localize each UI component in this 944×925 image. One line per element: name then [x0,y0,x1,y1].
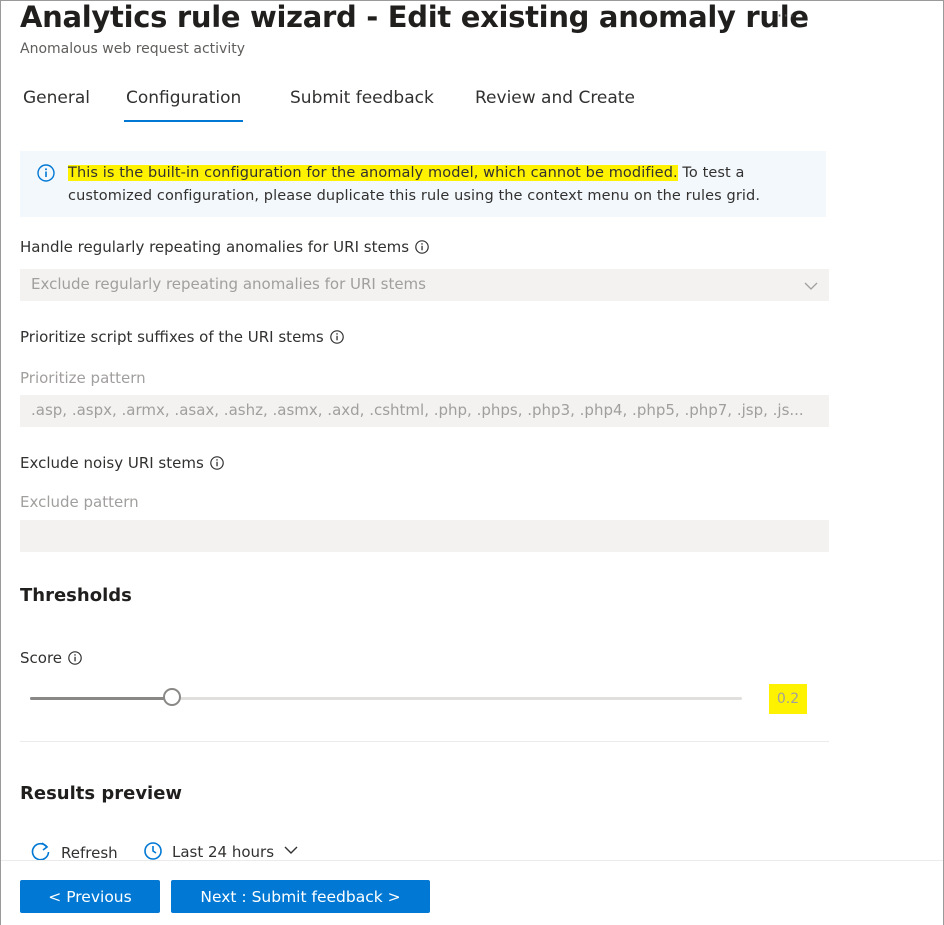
previous-button[interactable]: < Previous [20,880,160,913]
page-title: Analytics rule wizard - Edit existing an… [20,0,809,34]
slider-thumb[interactable] [163,688,181,706]
prioritize-suffixes-label: Prioritize script suffixes of the URI st… [20,328,344,346]
exclude-pattern-label: Exclude pattern [20,493,139,511]
divider [20,741,829,742]
chevron-down-icon [283,842,299,860]
info-icon[interactable] [68,651,82,665]
prioritize-suffixes-label-text: Prioritize script suffixes of the URI st… [20,328,324,346]
info-icon[interactable] [415,240,429,254]
info-banner: This is the built-in configuration for t… [20,151,826,217]
info-icon[interactable] [329,330,344,344]
score-value: 0.2 [769,684,807,714]
chevron-down-icon [804,278,818,292]
info-icon[interactable] [209,456,224,470]
banner-message: This is the built-in configuration for t… [68,162,818,208]
tab-general[interactable]: General [23,88,90,108]
exclude-noisy-label-text: Exclude noisy URI stems [20,454,204,472]
refresh-icon [30,840,52,860]
score-label: Score [20,649,82,667]
results-toolbar: Refresh Last 24 hours [20,838,420,860]
exclude-noisy-label: Exclude noisy URI stems [20,454,224,472]
thresholds-heading: Thresholds [20,585,132,606]
prioritize-pattern-input[interactable]: .asp, .aspx, .armx, .asax, .ashz, .asmx,… [20,395,829,427]
exclude-pattern-input[interactable] [20,520,829,552]
tab-configuration[interactable]: Configuration [123,88,244,122]
next-submit-feedback-button[interactable]: Next : Submit feedback > [171,880,430,913]
results-preview-heading: Results preview [20,783,183,804]
time-range-dropdown[interactable]: Last 24 hours [143,840,299,860]
repeating-anomalies-value: Exclude regularly repeating anomalies fo… [31,275,426,293]
page-subtitle: Anomalous web request activity [20,41,245,57]
tab-submit-feedback[interactable]: Submit feedback [290,88,434,108]
prioritize-pattern-label: Prioritize pattern [20,369,146,387]
refresh-button[interactable]: Refresh [30,840,118,860]
refresh-label: Refresh [61,844,118,860]
time-range-label: Last 24 hours [172,843,275,860]
more-options-button[interactable]: ··· [777,6,795,25]
banner-highlighted-text: This is the built-in configuration for t… [68,165,678,181]
tab-review-and-create[interactable]: Review and Create [475,88,635,108]
clock-icon [143,840,163,860]
repeating-anomalies-label-text: Handle regularly repeating anomalies for… [20,238,410,256]
score-label-text: Score [20,649,63,667]
info-icon [37,164,55,182]
repeating-anomalies-dropdown[interactable]: Exclude regularly repeating anomalies fo… [20,269,829,301]
repeating-anomalies-label: Handle regularly repeating anomalies for… [20,238,429,256]
slider-fill [30,697,172,700]
prioritize-pattern-value: .asp, .aspx, .armx, .asax, .ashz, .asmx,… [31,401,804,419]
wizard-footer: < Previous Next : Submit feedback > [1,860,943,925]
score-slider[interactable] [30,688,742,710]
